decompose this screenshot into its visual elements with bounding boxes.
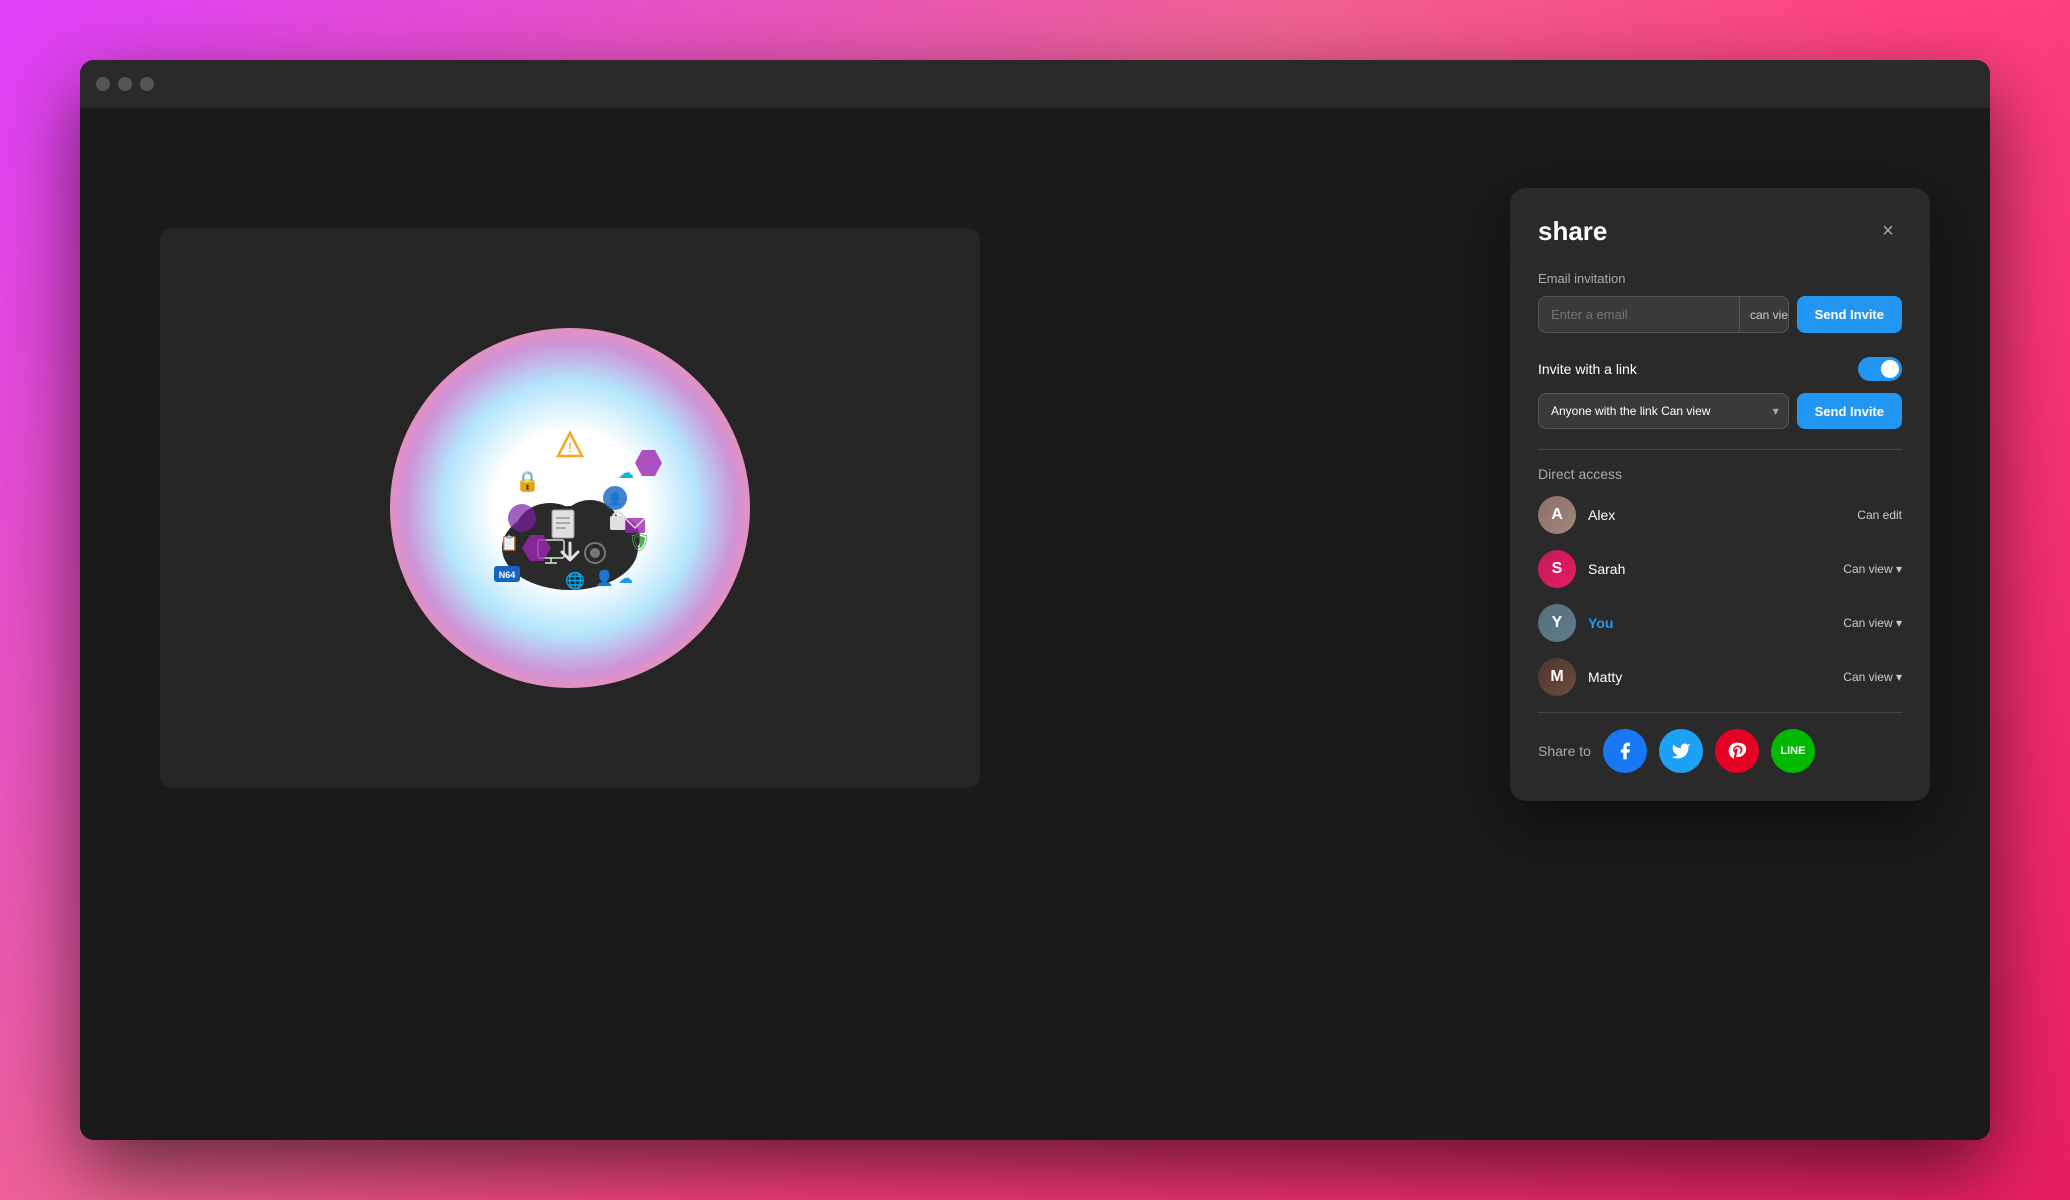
email-input-wrap: can view ▾ — [1538, 296, 1789, 333]
user-row-matty: M Matty Can view ▾ — [1538, 658, 1902, 696]
user-name-you: You — [1588, 615, 1831, 631]
perm-alex: Can edit — [1857, 508, 1902, 522]
direct-access-label: Direct access — [1538, 466, 1902, 482]
twitter-icon — [1671, 741, 1691, 761]
line-label: LINE — [1780, 745, 1805, 757]
avatar-matty: M — [1538, 658, 1576, 696]
share-panel: share × Email invitation can view ▾ Send… — [1510, 188, 1930, 801]
perm-sarah[interactable]: Can view ▾ — [1843, 562, 1902, 576]
divider-2 — [1538, 712, 1902, 713]
user-row-you: Y You Can view ▾ — [1538, 604, 1902, 642]
link-row: Anyone with the link Can view Anyone wit… — [1538, 393, 1902, 429]
svg-text:☁: ☁ — [618, 465, 634, 482]
invite-link-toggle[interactable] — [1858, 357, 1902, 381]
traffic-light-minimize[interactable] — [118, 77, 132, 91]
link-select-wrap: Anyone with the link Can view Anyone wit… — [1538, 393, 1789, 429]
divider-1 — [1538, 449, 1902, 450]
perm-you[interactable]: Can view ▾ — [1843, 616, 1902, 630]
avatar-sarah: S — [1538, 550, 1576, 588]
svg-text:📋: 📋 — [500, 534, 519, 552]
svg-text:☁: ☁ — [618, 570, 633, 587]
invite-link-row: Invite with a link — [1538, 357, 1902, 381]
pinterest-icon — [1727, 741, 1747, 761]
user-row-alex: A Alex Can edit — [1538, 496, 1902, 534]
app-window: ! 🔒 👤 🛡 ☁ 📋 🌐 — [80, 60, 1990, 1140]
traffic-light-close[interactable] — [96, 77, 110, 91]
user-name-matty: Matty — [1588, 669, 1831, 685]
share-to-label: Share to — [1538, 743, 1591, 759]
perm-matty[interactable]: Can view ▾ — [1843, 670, 1902, 684]
can-view-dropdown[interactable]: can view ▾ — [1739, 297, 1789, 332]
twitter-share-button[interactable] — [1659, 729, 1703, 773]
cloud-svg: ! 🔒 👤 🛡 ☁ 📋 🌐 — [470, 418, 670, 598]
user-name-alex: Alex — [1588, 507, 1845, 523]
title-bar — [80, 60, 1990, 108]
avatar-you: Y — [1538, 604, 1576, 642]
pinterest-share-button[interactable] — [1715, 729, 1759, 773]
user-row-sarah: S Sarah Can view ▾ — [1538, 550, 1902, 588]
share-title: share — [1538, 216, 1607, 247]
email-row: can view ▾ Send Invite — [1538, 296, 1902, 333]
facebook-share-button[interactable] — [1603, 729, 1647, 773]
cloud-illustration: ! 🔒 👤 🛡 ☁ 📋 🌐 — [390, 328, 750, 688]
email-section-label: Email invitation — [1538, 271, 1902, 286]
image-panel: ! 🔒 👤 🛡 ☁ 📋 🌐 — [160, 228, 980, 788]
svg-text:🛡: 🛡 — [628, 532, 651, 552]
share-header: share × — [1538, 216, 1902, 247]
invite-link-label: Invite with a link — [1538, 361, 1637, 377]
close-button[interactable]: × — [1874, 218, 1902, 246]
svg-text:🔒: 🔒 — [515, 471, 540, 493]
link-permission-select[interactable]: Anyone with the link Can view Anyone wit… — [1538, 393, 1789, 429]
svg-text:👤: 👤 — [595, 569, 614, 587]
share-to-row: Share to LINE — [1538, 729, 1902, 773]
svg-text:!: ! — [568, 439, 572, 455]
window-content: ! 🔒 👤 🛡 ☁ 📋 🌐 — [80, 108, 1990, 1140]
traffic-light-maximize[interactable] — [140, 77, 154, 91]
svg-text:👤: 👤 — [608, 492, 623, 506]
facebook-icon — [1615, 741, 1635, 761]
line-share-button[interactable]: LINE — [1771, 729, 1815, 773]
svg-text:N64: N64 — [499, 570, 516, 580]
send-invite-email-button[interactable]: Send Invite — [1797, 296, 1902, 333]
send-invite-link-button[interactable]: Send Invite — [1797, 393, 1902, 429]
svg-text:🌐: 🌐 — [565, 571, 585, 590]
avatar-alex: A — [1538, 496, 1576, 534]
user-name-sarah: Sarah — [1588, 561, 1831, 577]
email-input[interactable] — [1539, 297, 1739, 332]
